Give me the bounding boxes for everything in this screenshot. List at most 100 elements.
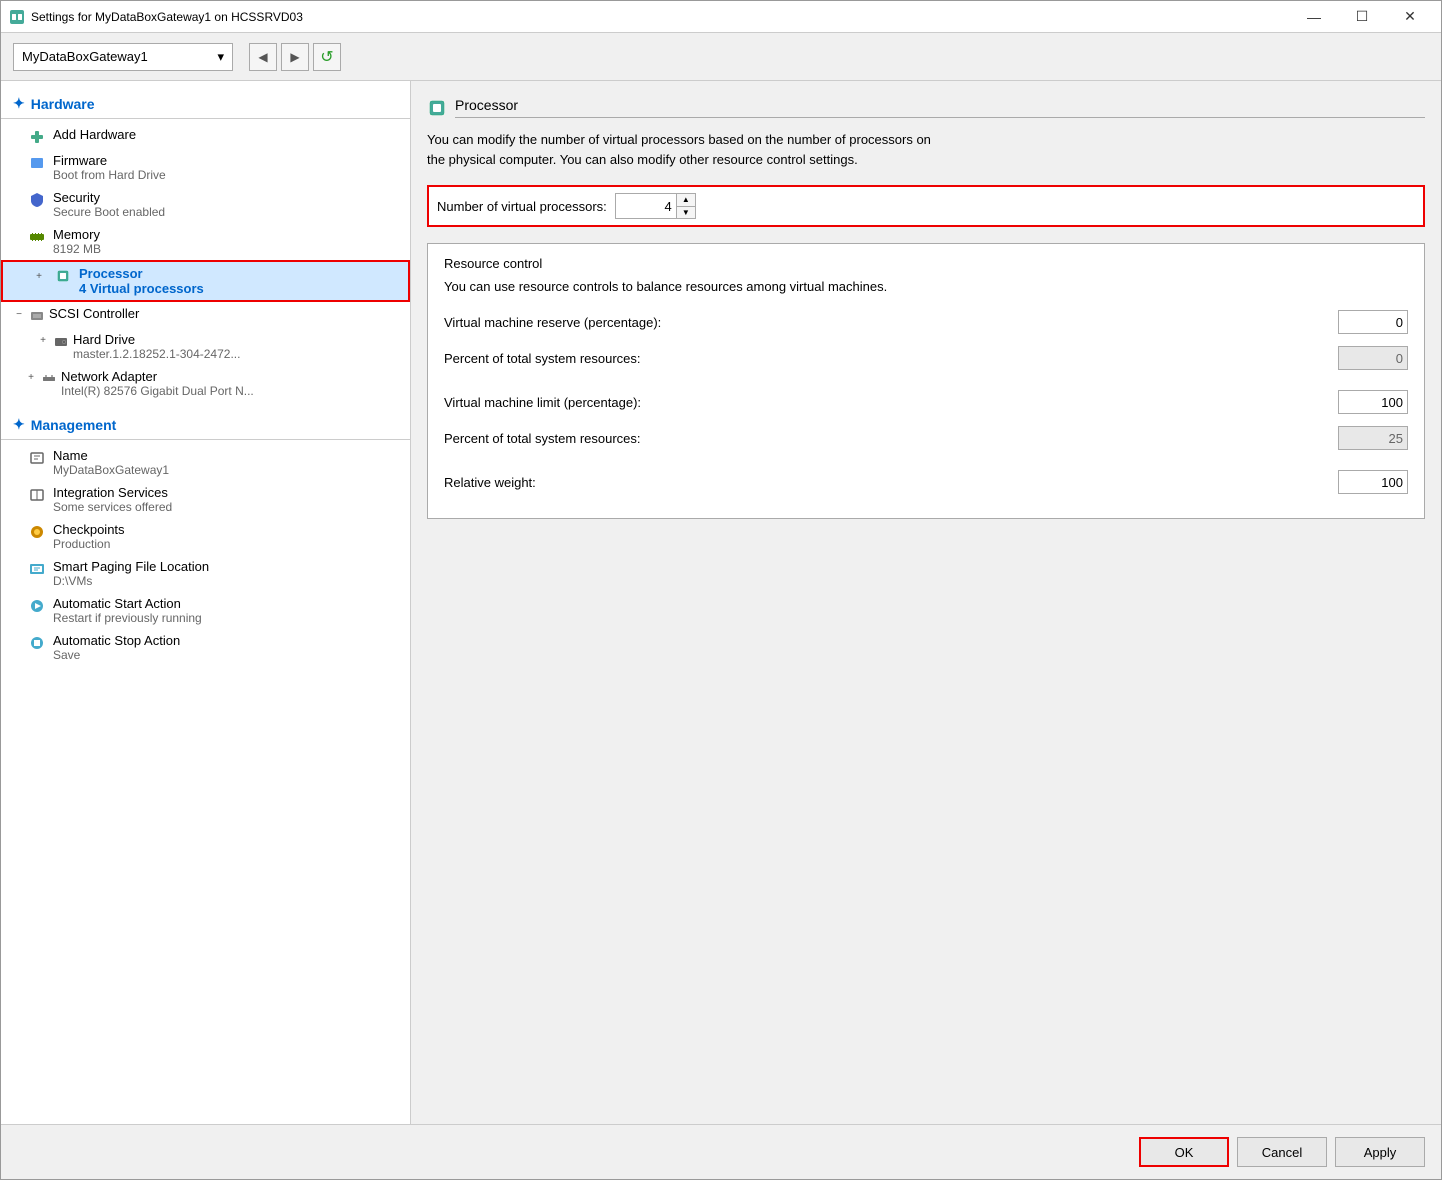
sidebar-item-processor[interactable]: + Processor 4 Virtual processors [1,260,410,302]
window-title: Settings for MyDataBoxGateway1 on HCSSRV… [31,10,303,24]
add-hardware-content: Add Hardware [53,127,136,142]
close-button[interactable]: ✕ [1387,1,1433,33]
name-label: Name [53,448,169,463]
ok-button[interactable]: OK [1139,1137,1229,1167]
cancel-button[interactable]: Cancel [1237,1137,1327,1167]
add-hardware-label: Add Hardware [53,127,136,142]
sidebar-item-auto-start[interactable]: Automatic Start Action Restart if previo… [1,592,410,629]
resource-label-0: Virtual machine reserve (percentage): [444,315,1338,330]
resource-control-box: Resource control You can use resource co… [427,243,1425,519]
spin-down-button[interactable]: ▼ [677,206,695,218]
resource-input-3 [1338,426,1408,450]
checkpoints-content: Checkpoints Production [53,522,125,551]
vm-dropdown[interactable]: MyDataBoxGateway1 ▾ [13,43,233,71]
vm-dropdown-value: MyDataBoxGateway1 [22,49,148,64]
auto-start-icon [29,598,45,614]
management-section-label: Management [31,417,117,433]
resource-input-2[interactable] [1338,390,1408,414]
auto-start-sub: Restart if previously running [53,611,202,625]
forward-button[interactable]: ▶ [281,43,309,71]
hard-drive-expander-icon: + [37,332,49,348]
auto-stop-content: Automatic Stop Action Save [53,633,180,662]
sidebar: ✦ Hardware Add Hardware [1,81,411,1124]
firmware-label: Firmware [53,153,166,168]
main-window: Settings for MyDataBoxGateway1 on HCSSRV… [0,0,1442,1180]
hardware-section-header: ✦ Hardware [1,89,410,119]
auto-stop-icon [29,635,45,651]
processor-count-row: Number of virtual processors: ▲ ▼ [427,185,1425,227]
minimize-button[interactable]: — [1291,1,1337,33]
button-bar: OK Cancel Apply [1,1124,1441,1179]
network-sub: Intel(R) 82576 Gigabit Dual Port N... [61,384,254,398]
memory-icon [29,229,45,245]
hard-drive-content: Hard Drive master.1.2.18252.1-304-2472..… [73,332,240,361]
management-section-icon: ✦ [13,416,25,433]
resource-row-3: Percent of total system resources: [444,426,1408,450]
security-icon [29,192,45,208]
network-expander-icon: + [25,369,37,385]
content-area: ✦ Hardware Add Hardware [1,81,1441,1124]
sidebar-item-hard-drive[interactable]: + Hard Drive master.1.2.18252.1-304-2472… [1,328,410,365]
dropdown-arrow-icon: ▾ [217,49,224,65]
smart-paging-content: Smart Paging File Location D:\VMs [53,559,209,588]
firmware-content: Firmware Boot from Hard Drive [53,153,166,182]
resource-input-4[interactable] [1338,470,1408,494]
security-sub: Secure Boot enabled [53,205,165,219]
integration-icon [29,487,45,503]
maximize-button[interactable]: ☐ [1339,1,1385,33]
processor-description: You can modify the number of virtual pro… [427,130,1425,169]
scsi-expander-icon: − [13,306,25,322]
firmware-sub: Boot from Hard Drive [53,168,166,182]
sidebar-item-network[interactable]: + Network Adapter Intel(R) 82576 Gigabit… [1,365,410,402]
section-title-bar: Processor [427,97,1425,118]
sidebar-item-name[interactable]: Name MyDataBoxGateway1 [1,444,410,481]
toolbar: MyDataBoxGateway1 ▾ ◀ ▶ ↺ [1,33,1441,81]
hard-drive-sub: master.1.2.18252.1-304-2472... [73,347,240,361]
name-icon [29,450,45,466]
sidebar-item-firmware[interactable]: Firmware Boot from Hard Drive [1,149,410,186]
smart-paging-label: Smart Paging File Location [53,559,209,574]
resource-row-4: Relative weight: [444,470,1408,494]
memory-label: Memory [53,227,101,242]
auto-stop-label: Automatic Stop Action [53,633,180,648]
spin-up-button[interactable]: ▲ [677,194,695,206]
scsi-icon [29,308,45,324]
processor-chip-icon [55,268,71,284]
processor-count-input[interactable] [616,194,676,218]
processor-section-icon [427,98,447,118]
auto-start-content: Automatic Start Action Restart if previo… [53,596,202,625]
title-bar: Settings for MyDataBoxGateway1 on HCSSRV… [1,1,1441,33]
security-content: Security Secure Boot enabled [53,190,165,219]
sidebar-item-smart-paging[interactable]: Smart Paging File Location D:\VMs [1,555,410,592]
network-content: Network Adapter Intel(R) 82576 Gigabit D… [61,369,254,398]
checkpoints-icon [29,524,45,540]
security-label: Security [53,190,165,205]
name-sub: MyDataBoxGateway1 [53,463,169,477]
sidebar-item-add-hardware[interactable]: Add Hardware [1,123,410,149]
sidebar-item-checkpoints[interactable]: Checkpoints Production [1,518,410,555]
main-panel: Processor You can modify the number of v… [411,81,1441,1124]
sidebar-item-memory[interactable]: Memory 8192 MB [1,223,410,260]
processor-content: Processor 4 Virtual processors [79,266,204,296]
sidebar-item-scsi[interactable]: − SCSI Controller [1,302,410,328]
processor-count-input-wrapper: ▲ ▼ [615,193,696,219]
resource-control-title: Resource control [444,256,1408,271]
firmware-icon [29,155,45,171]
network-icon [41,371,57,387]
management-section-header: ✦ Management [1,410,410,440]
sidebar-item-integration[interactable]: Integration Services Some services offer… [1,481,410,518]
sidebar-item-auto-stop[interactable]: Automatic Stop Action Save [1,629,410,666]
resource-input-0[interactable] [1338,310,1408,334]
integration-sub: Some services offered [53,500,172,514]
resource-row-0: Virtual machine reserve (percentage): [444,310,1408,334]
apply-button[interactable]: Apply [1335,1137,1425,1167]
resource-label-3: Percent of total system resources: [444,431,1338,446]
sidebar-item-security[interactable]: Security Secure Boot enabled [1,186,410,223]
spin-buttons: ▲ ▼ [676,194,695,218]
refresh-button[interactable]: ↺ [313,43,341,71]
integration-label: Integration Services [53,485,172,500]
checkpoints-sub: Production [53,537,125,551]
back-button[interactable]: ◀ [249,43,277,71]
resource-input-1 [1338,346,1408,370]
hard-drive-icon [53,334,69,350]
